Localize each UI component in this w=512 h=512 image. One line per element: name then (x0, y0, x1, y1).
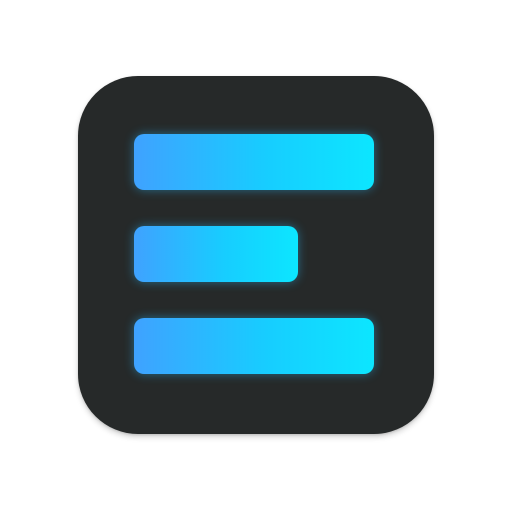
bar-middle (134, 226, 298, 282)
canvas (0, 0, 512, 512)
bar-bottom (134, 318, 374, 374)
bar-top (134, 134, 374, 190)
list-app-icon[interactable] (78, 76, 434, 434)
